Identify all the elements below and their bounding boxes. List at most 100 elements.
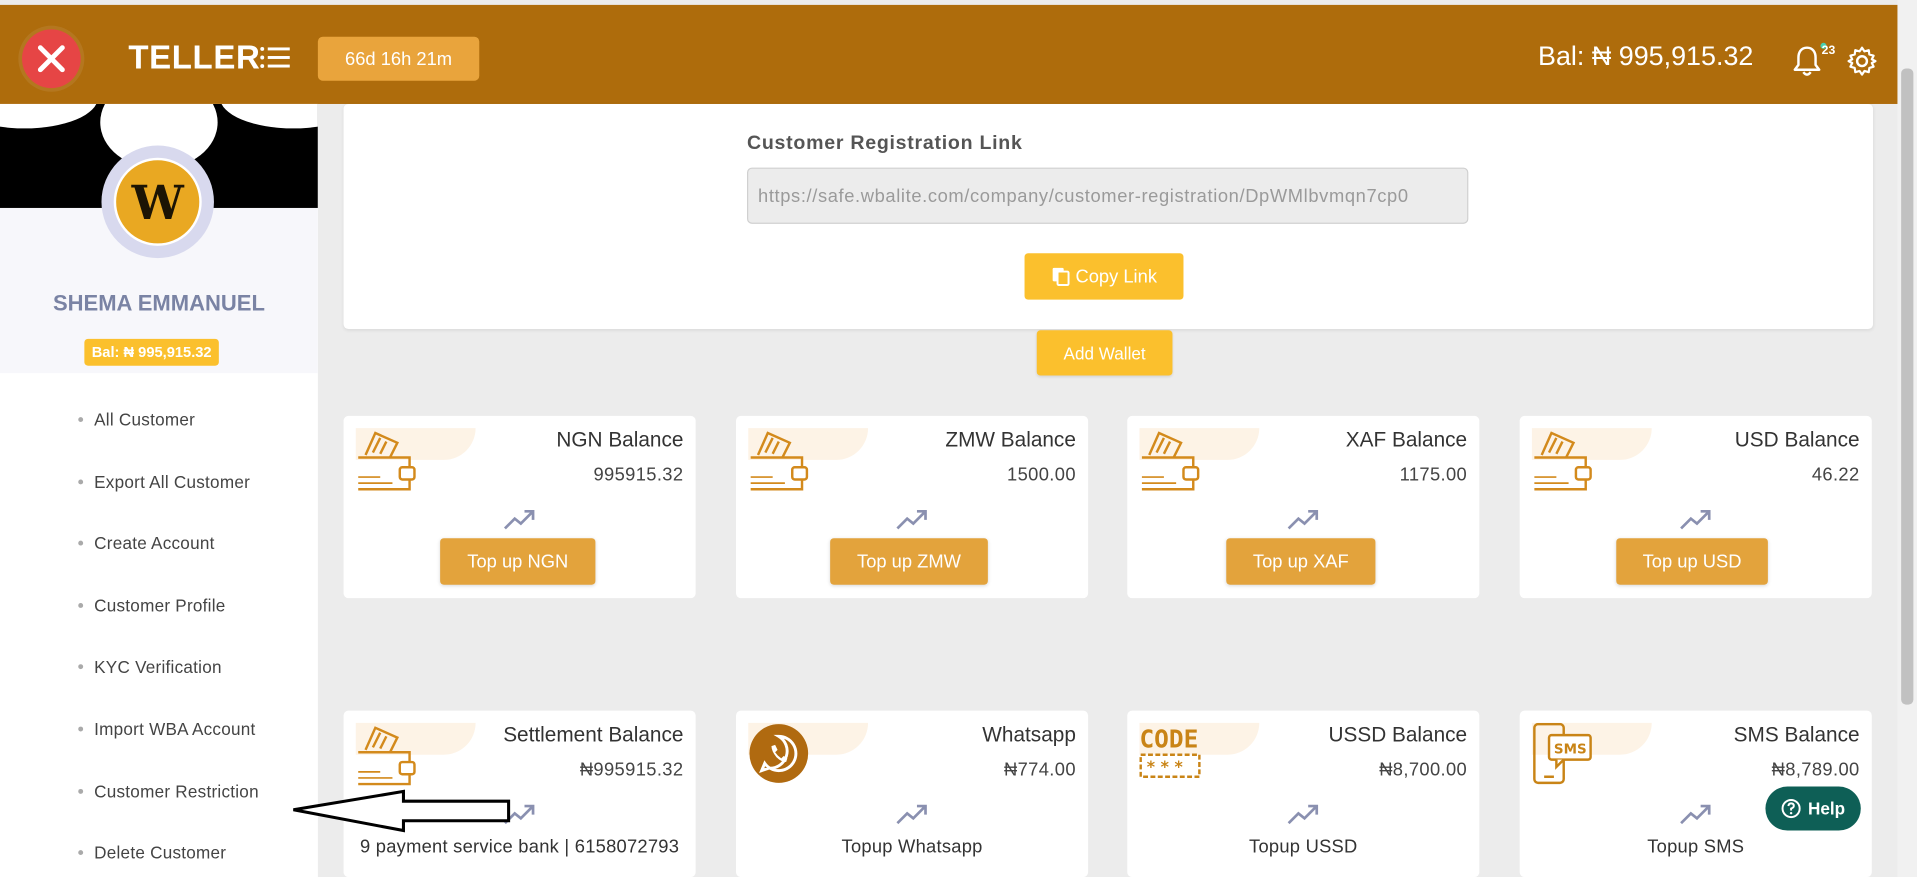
balance-title: NGN Balance [556,428,684,452]
bullet-icon [78,479,84,485]
sidebar-item-delete-customer[interactable]: Delete Customer [78,842,227,863]
avatar-letter: W [131,174,184,230]
sidebar-item-label: Delete Customer [94,842,227,863]
sidebar-item-label: Export All Customer [94,472,251,492]
bell-icon[interactable] [1792,45,1821,77]
trending-up-icon [1680,804,1711,825]
balance-title: ZMW Balance [945,428,1076,452]
sidebar-item-label: KYC Verification [94,656,222,677]
bullet-icon [78,788,84,794]
registration-link-label: Customer Registration Link [747,133,1023,155]
top-up-xaf-button[interactable]: Top up XAF [1226,538,1376,585]
top-up-ngn-button[interactable]: Top up NGN [440,538,596,585]
sidebar-item-customer-restriction[interactable]: Customer Restriction [78,781,259,802]
sidebar: W SHEMA EMMANUEL Bal: ₦ 995,915.32 All C… [0,103,318,877]
sidebar-item-customer-profile[interactable]: Customer Profile [78,595,226,616]
service-title: Settlement Balance [503,722,684,747]
notification-count: 23 [1821,44,1836,58]
service-amount: ₦8,789.00 [1771,759,1860,781]
bullet-icon [78,603,84,608]
trending-up-icon [1287,804,1319,825]
sidebar-item-kyc-verification[interactable]: KYC Verification [78,656,222,677]
session-timer-button[interactable]: 66d 16h 21m [317,36,480,81]
sms-phone-icon: SMS [1533,722,1592,785]
sidebar-item-all-customer[interactable]: All Customer [78,409,196,430]
topup-whatsapp-link[interactable]: Topup Whatsapp [736,837,1088,858]
copy-link-label: Copy Link [1075,266,1157,287]
wallet-icon [358,431,416,491]
settlement-bank-details: 9 payment service bank | 6158072793 [359,836,680,858]
help-label: Help [1808,798,1846,819]
service-title: Whatsapp [982,722,1076,747]
profile-name: SHEMA EMMANUEL [52,291,265,316]
bullet-icon [78,417,84,423]
top-up-usd-button[interactable]: Top up USD [1616,538,1768,585]
help-button[interactable]: Help [1765,786,1861,831]
bullet-icon [78,540,84,546]
header-balance: Bal: ₦ 995,915.32 [1538,40,1754,71]
sidebar-item-label: Customer Profile [94,595,226,616]
service-amount: ₦995915.32 [579,759,684,781]
avatar[interactable]: W [113,157,202,246]
bullet-icon [78,850,84,856]
bullet-icon [78,664,84,670]
wallet-icon [1141,431,1200,491]
copy-link-button[interactable]: Copy Link [1024,253,1184,300]
topup-ussd-link[interactable]: Topup USSD [1127,837,1479,858]
close-icon [37,45,65,73]
svg-text:SMS: SMS [1554,742,1587,757]
menu-list-icon[interactable] [259,45,291,69]
wallet-icon [1534,431,1592,491]
ngn-balance-card: NGN Balance 995915.32 Top up NGN [343,415,696,599]
help-icon [1781,798,1801,819]
balance-amount: 995915.32 [593,464,684,486]
profile-balance-badge: Bal: ₦ 995,915.32 [84,338,219,366]
whatsapp-icon [749,724,809,783]
service-title: SMS Balance [1733,722,1860,747]
sidebar-item-label: Customer Restriction [94,781,259,802]
xaf-balance-card: XAF Balance 1175.00 Top up XAF [1127,415,1480,599]
copy-icon [1052,267,1070,286]
service-amount: ₦8,700.00 [1379,759,1468,781]
top-up-zmw-button[interactable]: Top up ZMW [830,538,988,585]
bullet-icon [78,726,84,732]
add-wallet-button[interactable]: Add Wallet [1036,330,1173,376]
trending-up-icon [503,509,535,530]
svg-text:CODE: CODE [1139,724,1198,753]
trending-up-icon [896,804,927,825]
balance-amount: 1500.00 [1007,464,1076,486]
annotation-arrow-icon [293,789,511,833]
profile-panel: W SHEMA EMMANUEL Bal: ₦ 995,915.32 [0,103,318,374]
sidebar-item-label: Import WBA Account [94,719,256,739]
svg-text:* * *: * * * [1147,757,1183,776]
balance-title: USD Balance [1734,428,1860,452]
brand-title: TELLER [128,39,261,76]
code-icon: CODE * * * [1139,724,1201,778]
wallet-icon [750,431,809,491]
sidebar-item-import-wba-account[interactable]: Import WBA Account [78,719,255,739]
sidebar-item-export-all-customer[interactable]: Export All Customer [78,472,250,492]
sidebar-item-label: All Customer [94,409,196,430]
trending-up-icon [896,509,927,530]
trending-up-icon [1287,509,1319,530]
service-title: USSD Balance [1328,722,1468,747]
wallet-icon [358,726,416,786]
registration-link-field[interactable] [747,167,1469,224]
sidebar-item-label: Create Account [94,533,215,553]
service-amount: ₦774.00 [1003,759,1076,781]
registration-link-card: Customer Registration Link Copy Link [343,103,1874,330]
close-button[interactable] [22,29,81,89]
sidebar-item-create-account[interactable]: Create Account [78,533,214,553]
vertical-scrollbar-thumb[interactable] [1901,68,1914,705]
whatsapp-balance-card: Whatsapp ₦774.00 Topup Whatsapp [736,710,1089,877]
usd-balance-card: USD Balance 46.22 Top up USD [1519,415,1872,599]
balance-title: XAF Balance [1345,428,1468,452]
balance-amount: 46.22 [1811,464,1860,486]
top-navbar: TELLER 66d 16h 21m Bal: ₦ 995,915.32 23 [0,4,1898,104]
balance-amount: 1175.00 [1399,464,1468,486]
zmw-balance-card: ZMW Balance 1500.00 Top up ZMW [736,415,1089,599]
gear-icon[interactable] [1846,45,1878,77]
topup-sms-link[interactable]: Topup SMS [1520,837,1872,858]
ussd-balance-card: CODE * * * USSD Balance ₦8,700.00 Topup … [1127,710,1480,877]
trending-up-icon [1680,509,1711,530]
